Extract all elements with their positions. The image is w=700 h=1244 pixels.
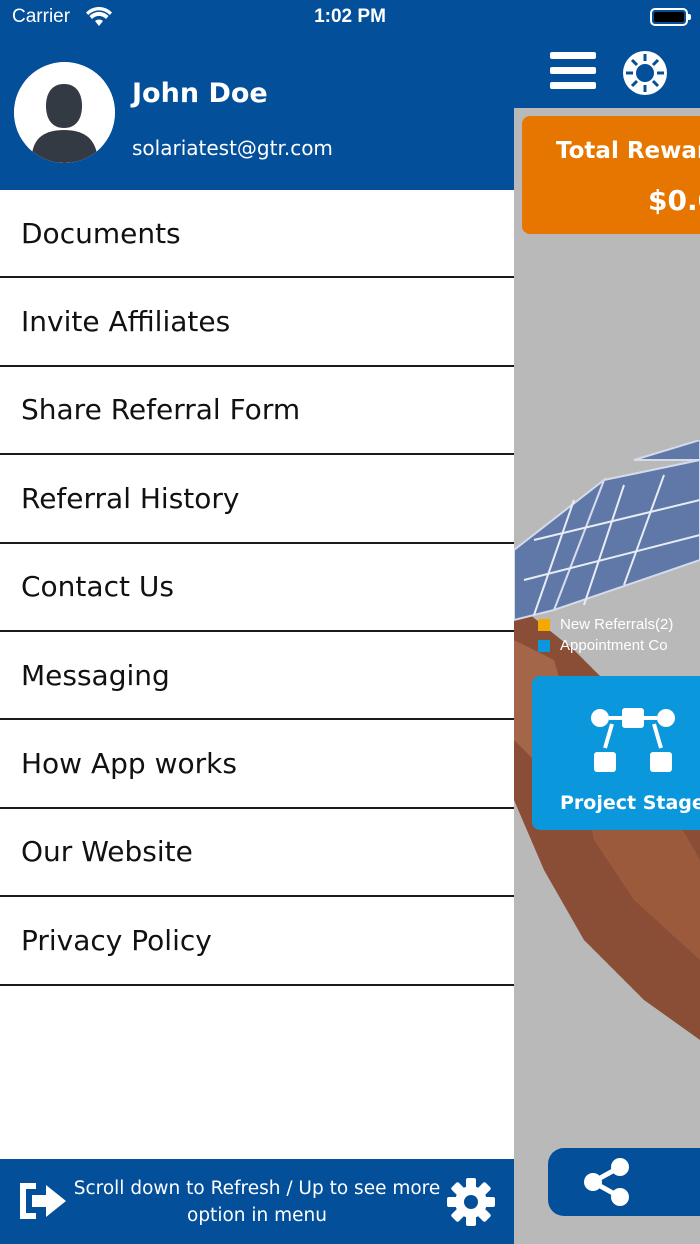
project-stages-icon (591, 708, 675, 772)
legend-swatch (538, 639, 550, 652)
legend-item: Appointment Co (538, 635, 673, 656)
menu-item-privacy-policy[interactable]: Privacy Policy (0, 897, 514, 986)
battery-icon (650, 8, 691, 26)
reward-title: Total Rewar (556, 138, 700, 164)
legend-swatch (538, 618, 550, 631)
app-logo-icon (623, 51, 667, 95)
clock: 1:02 PM (314, 6, 386, 27)
drawer-footer: Scroll down to Refresh / Up to see more … (0, 1159, 514, 1244)
share-button[interactable] (548, 1148, 700, 1216)
menu-item-our-website[interactable]: Our Website (0, 809, 514, 898)
gear-icon[interactable] (446, 1177, 496, 1227)
legend-label: New Referrals(2) (560, 616, 674, 633)
menu-item-invite-affiliates[interactable]: Invite Affiliates (0, 278, 514, 367)
legend-label: Appointment Co (560, 637, 668, 654)
avatar[interactable] (14, 62, 115, 163)
menu-item-messaging[interactable]: Messaging (0, 632, 514, 721)
refresh-hint: Scroll down to Refresh / Up to see more … (73, 1178, 441, 1226)
reward-value: $0.0 (648, 184, 700, 217)
menu-item-share-referral-form[interactable]: Share Referral Form (0, 367, 514, 456)
menu-item-referral-history[interactable]: Referral History (0, 455, 514, 544)
menu-item-documents[interactable]: Documents (0, 190, 514, 279)
status-bar: Carrier 1:02 PM (0, 0, 700, 36)
user-email: solariatest@gtr.com (132, 136, 333, 160)
project-stages-label: Project Stages (560, 792, 700, 814)
total-rewards-card[interactable]: Total Rewar $0.0 (522, 116, 700, 234)
side-drawer: John Doe solariatest@gtr.com Documents I… (0, 0, 514, 1244)
user-name: John Doe (132, 78, 268, 109)
background-app: Total Rewar $0.0 New Referrals(2) Appoin… (514, 0, 700, 1244)
chart-legend: New Referrals(2) Appointment Co (538, 614, 673, 656)
menu-item-how-app-works[interactable]: How App works (0, 720, 514, 809)
share-icon (584, 1158, 629, 1206)
legend-item: New Referrals(2) (538, 614, 673, 635)
logout-icon[interactable] (16, 1179, 68, 1223)
drawer-menu: Documents Invite Affiliates Share Referr… (0, 190, 514, 986)
user-silhouette-icon (14, 62, 115, 163)
project-stages-card[interactable]: Project Stages (532, 676, 700, 830)
menu-icon[interactable] (550, 52, 596, 92)
menu-item-contact-us[interactable]: Contact Us (0, 544, 514, 632)
